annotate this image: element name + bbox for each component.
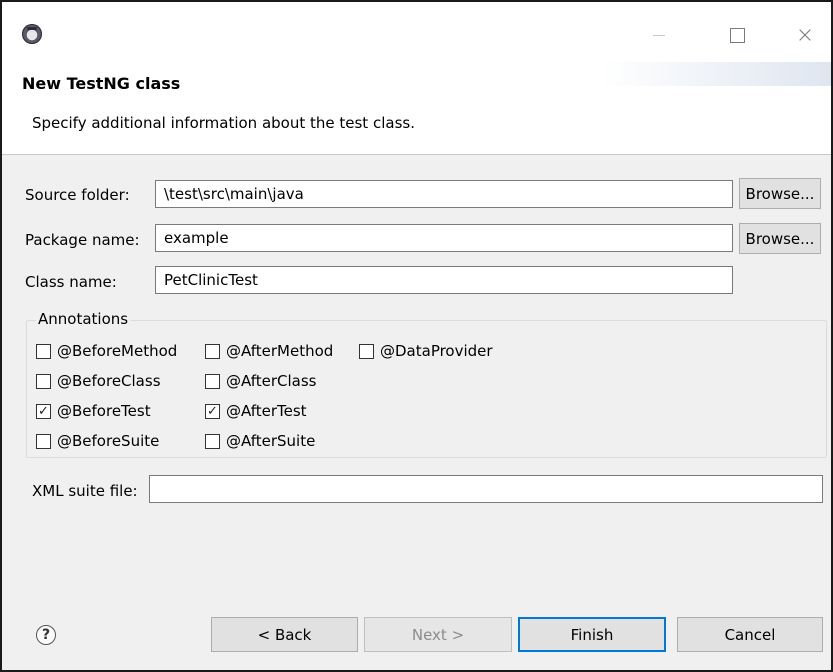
checkbox-label: @BeforeMethod [57, 342, 178, 360]
checkbox-before-class[interactable]: @BeforeClass [36, 372, 161, 390]
checkbox-label: @BeforeTest [57, 402, 151, 420]
checkbox-label: @AfterMethod [226, 342, 334, 360]
close-button[interactable]: × [782, 20, 828, 50]
checkbox-label: @DataProvider [380, 342, 493, 360]
title-bar: × [2, 2, 831, 62]
checkbox-box[interactable] [36, 373, 51, 389]
checkbox-box-checked[interactable] [36, 403, 51, 419]
testng-wizard-dialog: × New TestNG class Specify additional in… [0, 0, 833, 672]
checkbox-after-test[interactable]: @AfterTest [205, 402, 307, 420]
source-folder-input[interactable] [155, 180, 733, 208]
checkbox-box[interactable] [205, 343, 220, 359]
checkbox-before-suite[interactable]: @BeforeSuite [36, 432, 159, 450]
xml-suite-file-input[interactable] [149, 475, 823, 503]
cancel-button[interactable]: Cancel [677, 617, 823, 652]
checkbox-before-method[interactable]: @BeforeMethod [36, 342, 177, 360]
back-button[interactable]: < Back [211, 617, 358, 652]
checkbox-label: @AfterTest [226, 402, 307, 420]
class-name-input[interactable] [155, 266, 733, 294]
checkbox-label: @AfterClass [226, 372, 317, 390]
maximize-icon [729, 27, 745, 43]
next-button[interactable]: Next > [364, 617, 512, 652]
checkbox-label: @AfterSuite [226, 432, 316, 450]
close-icon: × [795, 22, 815, 48]
eclipse-app-icon [22, 24, 42, 44]
source-folder-label: Source folder: [25, 186, 130, 204]
wizard-description: Specify additional information about the… [32, 114, 415, 132]
checkbox-before-test[interactable]: @BeforeTest [36, 402, 151, 420]
finish-button[interactable]: Finish [518, 617, 666, 652]
checkbox-data-provider[interactable]: @DataProvider [359, 342, 493, 360]
checkbox-label: @BeforeClass [57, 372, 161, 390]
minimize-button[interactable] [636, 20, 682, 50]
class-name-label: Class name: [25, 273, 117, 291]
maximize-button[interactable] [714, 20, 760, 50]
package-name-label: Package name: [25, 231, 140, 249]
checkbox-box[interactable] [36, 433, 51, 449]
source-folder-browse-button[interactable]: Browse... [739, 178, 821, 209]
checkbox-after-method[interactable]: @AfterMethod [205, 342, 333, 360]
package-name-input[interactable] [155, 224, 733, 252]
wizard-title: New TestNG class [22, 74, 181, 93]
minimize-icon [653, 34, 665, 36]
package-name-browse-button[interactable]: Browse... [739, 223, 821, 254]
annotations-label: Annotations [36, 310, 131, 328]
checkbox-after-class[interactable]: @AfterClass [205, 372, 316, 390]
checkbox-box[interactable] [205, 373, 220, 389]
checkbox-box[interactable] [359, 343, 374, 359]
help-icon[interactable]: ? [36, 625, 56, 645]
xml-suite-file-label: XML suite file: [32, 482, 138, 500]
checkbox-box[interactable] [205, 433, 220, 449]
checkbox-label: @BeforeSuite [57, 432, 160, 450]
checkbox-box-checked[interactable] [205, 403, 220, 419]
checkbox-after-suite[interactable]: @AfterSuite [205, 432, 315, 450]
wizard-banner: New TestNG class Specify additional info… [2, 62, 831, 155]
checkbox-box[interactable] [36, 343, 51, 359]
